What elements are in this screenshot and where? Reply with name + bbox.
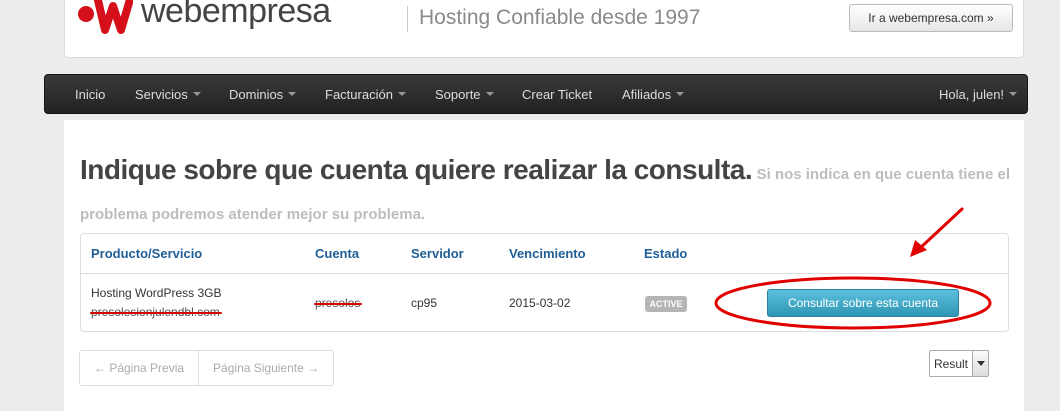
col-header-cuenta[interactable]: Cuenta bbox=[315, 234, 359, 273]
logo-text[interactable]: webempresa bbox=[141, 0, 331, 31]
nav-soporte[interactable]: Soporte bbox=[435, 75, 494, 113]
logo-divider bbox=[407, 6, 408, 32]
consultar-cuenta-button[interactable]: Consultar sobre esta cuenta bbox=[767, 289, 959, 317]
caret-down-icon bbox=[192, 92, 201, 96]
caret-down-icon bbox=[288, 92, 297, 96]
product-name: Hosting WordPress 3GB bbox=[91, 286, 222, 300]
server-name: cp95 bbox=[411, 296, 438, 310]
accounts-table: Producto/Servicio Cuenta Servidor Vencim… bbox=[80, 233, 1009, 332]
table-header-divider bbox=[81, 273, 1008, 274]
product-domain: presolesionjulendbl.com bbox=[90, 305, 222, 319]
main-navbar: Inicio Servicios Dominios Facturación So… bbox=[44, 74, 1028, 114]
page-heading: Indique sobre que cuenta quiere realizar… bbox=[80, 150, 1010, 235]
results-select-value: Result bbox=[934, 356, 969, 371]
main-content: Indique sobre que cuenta quiere realizar… bbox=[64, 120, 1024, 411]
nav-inicio[interactable]: Inicio bbox=[75, 75, 105, 113]
next-page-button[interactable]: Página Siguiente → bbox=[198, 351, 333, 385]
col-header-producto[interactable]: Producto/Servicio bbox=[91, 234, 202, 273]
col-header-servidor[interactable]: Servidor bbox=[411, 234, 464, 273]
webempresa-logo-icon[interactable] bbox=[77, 0, 133, 34]
col-header-estado[interactable]: Estado bbox=[644, 234, 687, 273]
expiry-date: 2015-03-02 bbox=[509, 296, 571, 310]
caret-down-icon bbox=[676, 92, 685, 96]
go-to-webempresa-button[interactable]: Ir a webempresa.com » bbox=[849, 4, 1013, 32]
caret-down-icon bbox=[1009, 92, 1018, 96]
tagline: Hosting Confiable desde 1997 bbox=[419, 6, 701, 29]
account-name: presolos bbox=[313, 296, 363, 310]
status-badge: ACTIVE bbox=[645, 296, 687, 312]
page-title: Indique sobre que cuenta quiere realizar… bbox=[80, 154, 753, 185]
redacted-domain: presolesionjulendbl.com bbox=[90, 305, 222, 319]
select-arrow-icon bbox=[972, 351, 988, 376]
pagination: ← Página Previa Página Siguiente → bbox=[79, 350, 335, 386]
nav-crear-ticket[interactable]: Crear Ticket bbox=[522, 75, 592, 113]
caret-down-icon bbox=[485, 92, 494, 96]
nav-afiliados[interactable]: Afiliados bbox=[622, 75, 685, 113]
nav-servicios[interactable]: Servicios bbox=[135, 75, 201, 113]
previous-page-button[interactable]: ← Página Previa bbox=[80, 351, 198, 385]
results-per-page-select[interactable]: Result bbox=[929, 350, 989, 377]
redacted-account: presolos bbox=[313, 296, 363, 310]
caret-down-icon bbox=[397, 92, 406, 96]
col-header-vencimiento[interactable]: Vencimiento bbox=[509, 234, 586, 273]
site-header: webempresa Hosting Confiable desde 1997 … bbox=[64, 0, 1024, 58]
nav-facturacion[interactable]: Facturación bbox=[325, 75, 406, 113]
nav-dominios[interactable]: Dominios bbox=[229, 75, 297, 113]
nav-user-menu[interactable]: Hola, julen! bbox=[939, 75, 1018, 113]
